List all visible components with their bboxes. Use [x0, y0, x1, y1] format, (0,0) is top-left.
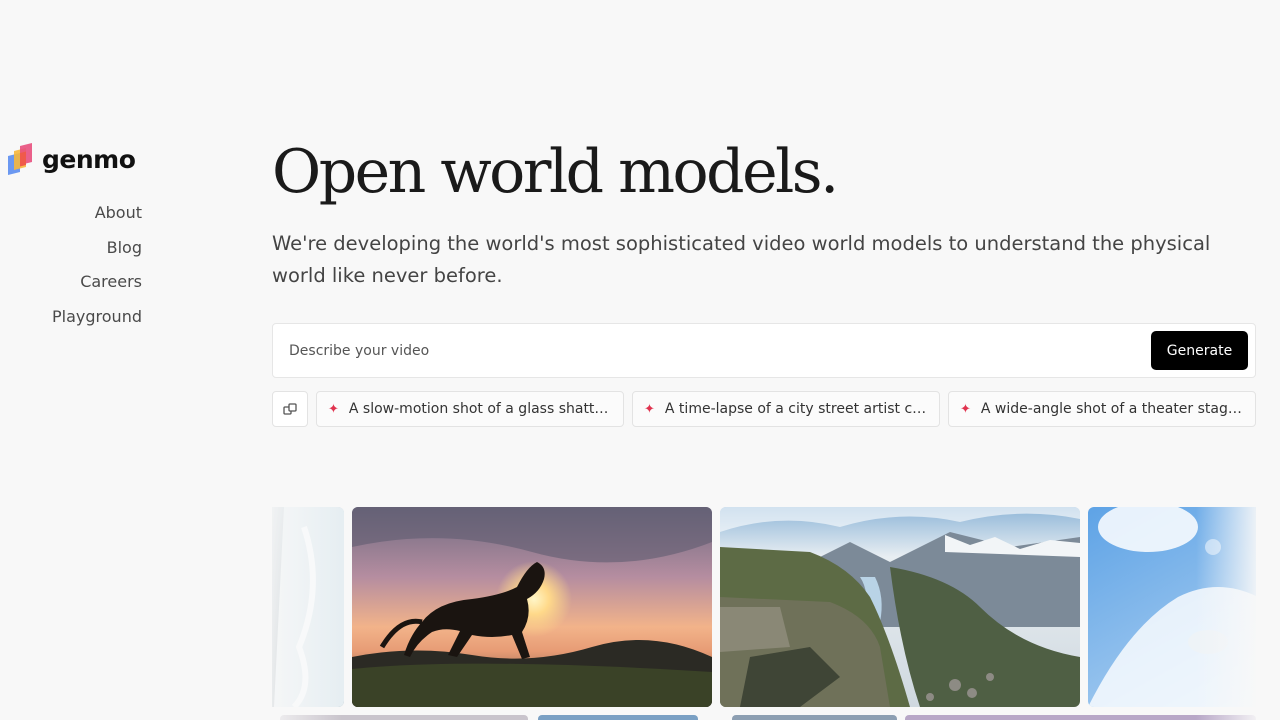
suggestion-chip[interactable]: ✦ A slow-motion shot of a glass shatt… — [316, 391, 624, 427]
gallery-fade-right — [1196, 507, 1256, 720]
suggestion-text: A time-lapse of a city street artist c… — [664, 401, 927, 417]
sparkle-icon: ✦ — [328, 401, 339, 417]
shuffle-suggestions-button[interactable] — [272, 391, 308, 427]
page-subtitle: We're developing the world's most sophis… — [272, 232, 1211, 287]
video-thumbnail[interactable] — [538, 715, 698, 720]
sidebar-nav: About Blog Careers Playground — [52, 202, 142, 340]
video-thumbnail[interactable] — [732, 715, 897, 720]
nav-link-playground[interactable]: Playground — [52, 306, 142, 341]
page-title: Open world models. — [272, 137, 839, 207]
video-gallery — [272, 507, 1256, 720]
shuffle-icon — [283, 403, 297, 415]
suggestion-chip[interactable]: ✦ A time-lapse of a city street artist c… — [632, 391, 940, 427]
logo-wordmark: genmo — [42, 144, 136, 174]
nav-link-careers[interactable]: Careers — [80, 271, 142, 306]
gallery-fade-left — [272, 507, 342, 720]
sparkle-icon: ✦ — [960, 401, 971, 417]
genmo-logo-mark-icon — [8, 143, 32, 175]
suggestion-text: A wide-angle shot of a theater stag… — [980, 401, 1242, 417]
sparkle-icon: ✦ — [644, 401, 655, 417]
suggestion-text: A slow-motion shot of a glass shatt… — [348, 401, 609, 417]
describe-video-input[interactable] — [289, 336, 1129, 366]
nav-link-about[interactable]: About — [95, 202, 142, 237]
suggestion-chip[interactable]: ✦ A wide-angle shot of a theater stag… — [948, 391, 1256, 427]
generate-button[interactable]: Generate — [1151, 331, 1248, 370]
video-thumbnail[interactable] — [720, 507, 1080, 707]
video-thumbnail[interactable] — [352, 507, 712, 707]
nav-link-blog[interactable]: Blog — [107, 237, 142, 272]
genmo-logo[interactable]: genmo — [6, 142, 136, 176]
prompt-box: Generate — [272, 323, 1256, 378]
